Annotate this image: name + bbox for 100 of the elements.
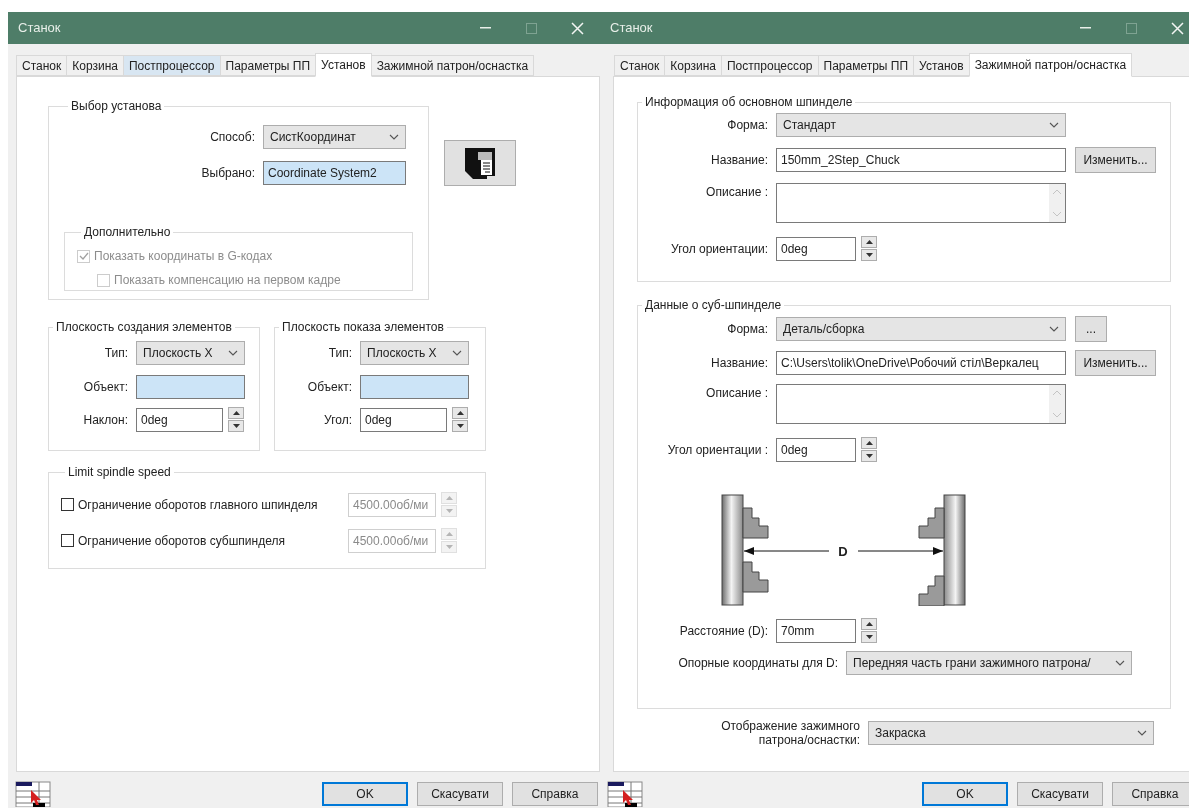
- group-title: Данные о суб-шпинделе: [644, 297, 783, 314]
- text-field[interactable]: 70mm: [776, 618, 856, 643]
- tab[interactable]: Корзина: [664, 55, 722, 76]
- dialog-button[interactable]: Скасувати: [417, 782, 503, 806]
- group-title: Выбор установа: [70, 98, 163, 115]
- text-field[interactable]: Coordinate System2: [263, 161, 406, 185]
- down-triangle-icon: [445, 545, 453, 549]
- text-field[interactable]: 0deg: [136, 407, 223, 432]
- spin-up-button[interactable]: [861, 437, 877, 449]
- group-title: Дополнительно: [83, 224, 172, 241]
- tab[interactable]: Зажимной патрон/оснастка: [968, 53, 1133, 77]
- dialog-button[interactable]: Скасувати: [1017, 782, 1103, 806]
- dropdown[interactable]: Закраска: [868, 721, 1154, 745]
- field-label: Объект:: [82, 379, 129, 396]
- field-label: Объект:: [306, 379, 353, 396]
- spin-down-button[interactable]: [861, 249, 877, 261]
- field-label: Название:: [710, 355, 769, 372]
- checkbox[interactable]: [61, 498, 74, 511]
- browse-button[interactable]: ...: [1075, 316, 1107, 342]
- table-cursor-icon: [15, 781, 51, 807]
- text-field[interactable]: [136, 375, 245, 399]
- chevron-down-icon: [228, 350, 238, 356]
- checkbox-label: Ограничение оборотов субшпинделя: [78, 532, 286, 550]
- setup-picker-button[interactable]: [444, 140, 516, 186]
- group-title: Плоскость создания элементов: [55, 319, 233, 336]
- spin-up-button[interactable]: [452, 407, 468, 419]
- group-title: Limit spindle speed: [67, 464, 172, 481]
- tab[interactable]: Корзина: [66, 55, 124, 76]
- spin-down-button[interactable]: [861, 631, 877, 643]
- field-label: Форма:: [726, 321, 769, 338]
- dropdown[interactable]: СистКоординат: [263, 125, 406, 149]
- tab[interactable]: Станок: [614, 55, 666, 76]
- field-label: Угол:: [323, 411, 353, 429]
- scroll-arrows-icon: [1049, 184, 1065, 222]
- up-triangle-icon: [445, 496, 453, 500]
- dropdown[interactable]: Передняя часть грани зажимного патрона/: [846, 651, 1132, 675]
- up-triangle-icon: [232, 411, 240, 415]
- spin-up-button[interactable]: [861, 236, 877, 248]
- text-field[interactable]: 0deg: [776, 437, 856, 462]
- down-triangle-icon: [456, 424, 464, 428]
- chevron-down-icon: [452, 350, 462, 356]
- up-triangle-icon: [445, 532, 453, 536]
- change-button[interactable]: Изменить...: [1075, 147, 1156, 173]
- close-icon: [570, 21, 584, 35]
- text-field[interactable]: C:\Users\tolik\OneDrive\Робочий стіл\Веркалец: [776, 351, 1066, 375]
- chevron-down-icon: [389, 134, 399, 140]
- tab[interactable]: Зажимной патрон/оснастка: [370, 55, 535, 76]
- tab[interactable]: Постпроцессор: [123, 55, 221, 76]
- tab[interactable]: Установ: [913, 55, 970, 76]
- close-icon: [1170, 21, 1184, 35]
- chevron-down-icon: [1049, 122, 1059, 128]
- tab[interactable]: Установ: [315, 53, 372, 77]
- maximize-icon: [1125, 22, 1137, 34]
- tab[interactable]: Постпроцессор: [721, 55, 819, 76]
- checkbox[interactable]: [61, 534, 74, 547]
- spin-down-button[interactable]: [861, 450, 877, 462]
- field-label: Тип:: [327, 345, 353, 362]
- down-triangle-icon: [445, 509, 453, 513]
- window-title: Станок: [610, 19, 654, 38]
- maximize-icon: [525, 22, 537, 34]
- change-button[interactable]: Изменить...: [1075, 350, 1156, 376]
- checkbox-label: Показать компенсацию на первом кадре: [114, 272, 341, 289]
- text-field[interactable]: [360, 375, 469, 399]
- description-field[interactable]: [776, 384, 1066, 424]
- text-field[interactable]: 0deg: [360, 407, 447, 432]
- dropdown[interactable]: Плоскость X: [136, 341, 245, 365]
- down-triangle-icon: [232, 424, 240, 428]
- field-label: Наклон:: [82, 411, 129, 429]
- down-triangle-icon: [865, 635, 873, 639]
- spin-up-button[interactable]: [228, 407, 244, 419]
- dropdown[interactable]: Деталь/сборка: [776, 317, 1066, 341]
- dialog-button[interactable]: OK: [922, 782, 1008, 806]
- spin-down-button[interactable]: [228, 420, 244, 432]
- spin-down-button[interactable]: [452, 420, 468, 432]
- chevron-down-icon: [1049, 326, 1059, 332]
- field-label: Опорные координаты для D:: [677, 655, 839, 672]
- tab[interactable]: Параметры ПП: [817, 55, 915, 76]
- window-title: Станок: [18, 19, 62, 38]
- field-label: Описание :: [705, 385, 769, 402]
- minimize-icon: [1079, 27, 1091, 29]
- dropdown[interactable]: Стандарт: [776, 113, 1066, 137]
- field-label: Форма:: [726, 117, 769, 134]
- text-field[interactable]: 4500.00об/ми: [348, 528, 436, 553]
- dialog-button[interactable]: Справка: [1112, 782, 1189, 806]
- dialog-button[interactable]: Справка: [512, 782, 598, 806]
- chevron-down-icon: [1137, 730, 1147, 736]
- text-field[interactable]: 4500.00об/ми: [348, 492, 436, 517]
- description-field[interactable]: [776, 183, 1066, 223]
- field-label: Описание :: [705, 184, 769, 201]
- text-field[interactable]: 0deg: [776, 236, 856, 261]
- field-label: Угол ориентации :: [666, 441, 769, 459]
- distance-label: D: [838, 544, 848, 559]
- tab[interactable]: Параметры ПП: [219, 55, 317, 76]
- dialog-button[interactable]: OK: [322, 782, 408, 806]
- spin-up-button[interactable]: [861, 618, 877, 630]
- tab[interactable]: Станок: [16, 55, 68, 76]
- sheet-icon: [463, 146, 497, 180]
- field-label: Отображение зажимного патрона/оснастки:: [720, 719, 861, 747]
- text-field[interactable]: 150mm_2Step_Chuck: [776, 148, 1066, 172]
- dropdown[interactable]: Плоскость X: [360, 341, 469, 365]
